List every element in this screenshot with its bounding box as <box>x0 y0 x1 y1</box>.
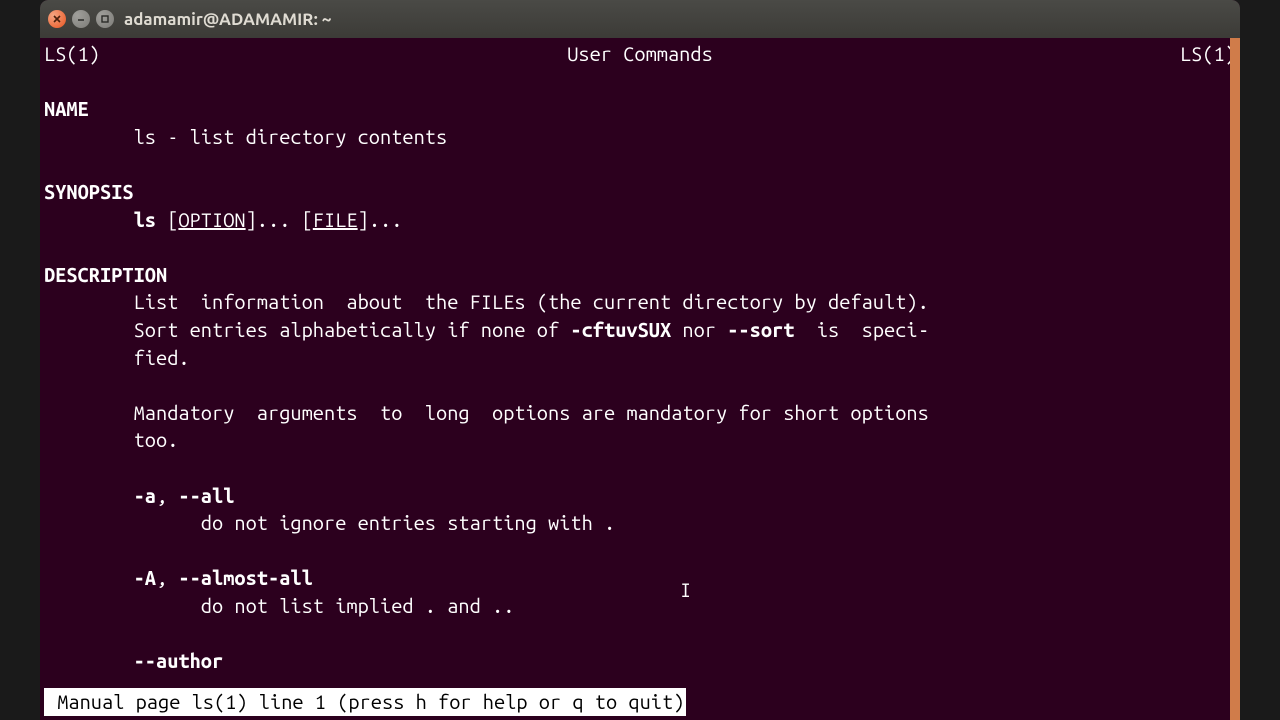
desc-p1-l3: fied. <box>44 344 1236 372</box>
synopsis-cmd: ls <box>134 208 156 231</box>
close-icon[interactable] <box>48 10 66 28</box>
desc-p1-l2: Sort entries alphabetically if none of -… <box>44 316 1236 344</box>
man-header-right: LS(1) <box>1180 40 1236 68</box>
terminal-body[interactable]: LS(1) User Commands LS(1) NAME ls - list… <box>40 38 1240 720</box>
option-author: --author <box>44 647 1236 675</box>
man-header: LS(1) User Commands LS(1) <box>44 40 1236 68</box>
scrollbar[interactable] <box>1230 38 1240 720</box>
synopsis-file: FILE <box>313 208 358 231</box>
minimize-icon[interactable] <box>72 10 90 28</box>
terminal-window: adamamir@ADAMAMIR: ~ LS(1) User Commands… <box>40 0 1240 720</box>
man-status-line: Manual page ls(1) line 1 (press h for he… <box>44 688 686 716</box>
synopsis-option: OPTION <box>178 208 245 231</box>
window-controls <box>48 10 114 28</box>
man-header-left: LS(1) <box>44 40 100 68</box>
synopsis-line: ls [OPTION]... [FILE]... <box>44 206 1236 234</box>
option-a: -a, --all <box>44 482 1236 510</box>
desc-p1-l1: List information about the FILEs (the cu… <box>44 288 1236 316</box>
window-title: adamamir@ADAMAMIR: ~ <box>124 10 331 29</box>
maximize-icon[interactable] <box>96 10 114 28</box>
text-cursor: I <box>680 576 682 600</box>
option-A-desc: do not list implied . and .. <box>44 592 1236 620</box>
titlebar[interactable]: adamamir@ADAMAMIR: ~ <box>40 0 1240 38</box>
name-line: ls - list directory contents <box>44 123 1236 151</box>
man-header-center: User Commands <box>567 40 713 68</box>
option-A: -A, --almost-all <box>44 564 1236 592</box>
section-synopsis: SYNOPSIS <box>44 178 1236 206</box>
option-a-desc: do not ignore entries starting with . <box>44 509 1236 537</box>
section-description: DESCRIPTION <box>44 261 1236 289</box>
desc-p2-l2: too. <box>44 426 1236 454</box>
desc-p2-l1: Mandatory arguments to long options are … <box>44 399 1236 427</box>
section-name: NAME <box>44 95 1236 123</box>
